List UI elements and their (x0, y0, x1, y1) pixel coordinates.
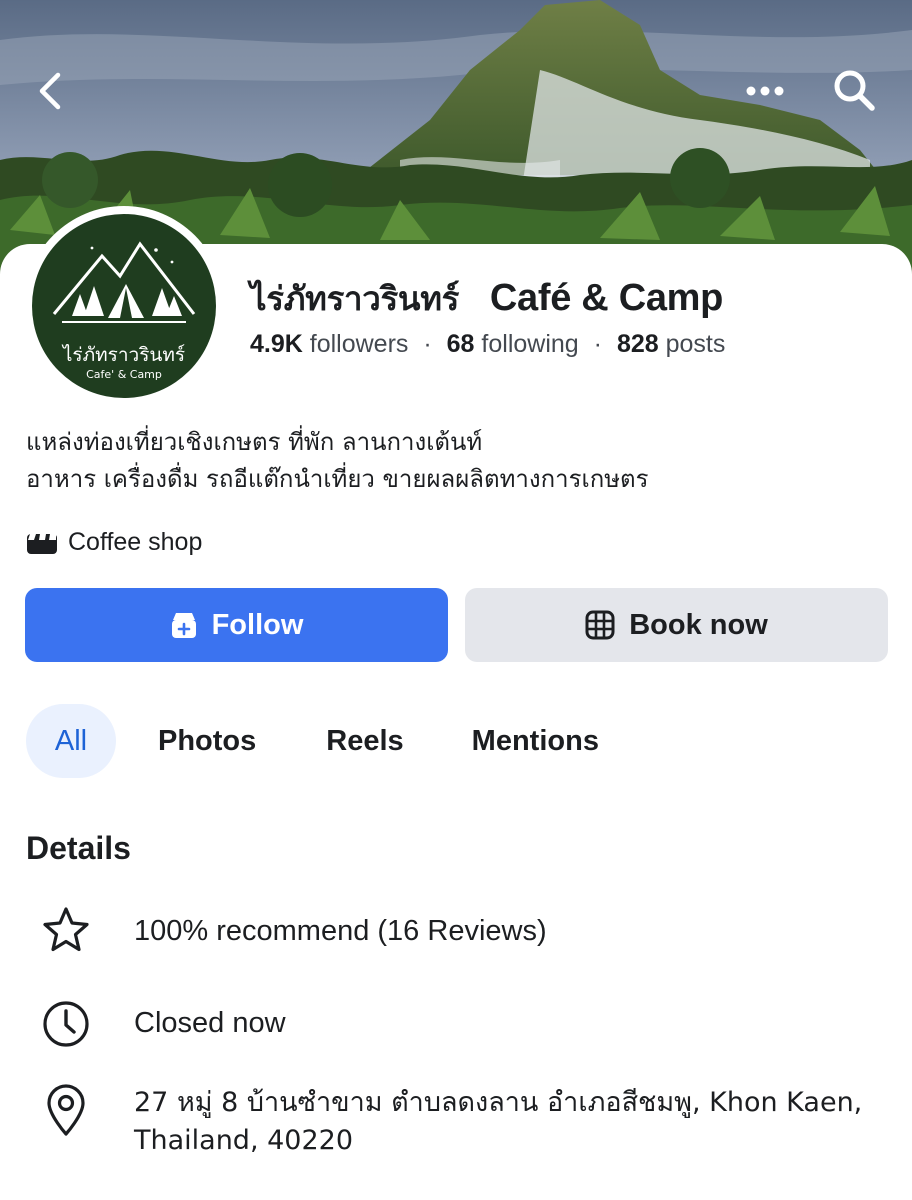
clock-icon (40, 998, 92, 1050)
followers-count[interactable]: 4.9K (250, 330, 303, 358)
page-bio: แหล่งท่องเที่ยวเชิงเกษตร ที่พัก ลานกางเต… (26, 424, 886, 498)
search-button[interactable] (826, 62, 882, 118)
following-count[interactable]: 68 (447, 330, 475, 358)
calendar-grid-icon (585, 610, 615, 640)
tab-reels[interactable]: Reels (326, 704, 403, 778)
posts-count: 828 (616, 330, 659, 358)
logo-text: ไร่ภัทราวรินทร์ (62, 344, 186, 366)
hours-row[interactable]: Closed now (40, 998, 286, 1050)
follow-button[interactable]: Follow (25, 588, 448, 662)
book-now-button[interactable]: Book now (465, 588, 888, 662)
follow-label: Follow (211, 608, 304, 641)
tab-mentions[interactable]: Mentions (472, 704, 599, 778)
page-title-latin: Café & Camp (489, 277, 724, 319)
address-row[interactable]: 27 หมู่ 8 บ้านซำขาม ตำบลดงลาน อำเภอสีชมพ… (40, 1084, 862, 1156)
page-title: ไร่ภัทราวรินทร์ Café & Camp (250, 272, 723, 325)
more-options-button[interactable] (740, 66, 790, 116)
book-now-label: Book now (629, 608, 768, 641)
bio-line: อาหาร เครื่องดื่ม รถอีแต๊กนำเที่ยว ขายผล… (26, 465, 649, 493)
hours-text: Closed now (134, 1007, 286, 1039)
more-dots-icon (746, 86, 784, 96)
profile-picture[interactable]: ไร่ภัทราวรินทร์ Cafe' & Camp (24, 206, 224, 406)
follow-page-icon (170, 610, 198, 640)
search-icon (834, 70, 875, 111)
star-icon (40, 904, 92, 956)
tab-all[interactable]: All (26, 704, 116, 778)
address-text: 27 หมู่ 8 บ้านซำขาม ตำบลดงลาน อำเภอสีชมพ… (134, 1087, 863, 1156)
chevron-left-icon (39, 72, 61, 110)
logo-subtext: Cafe' & Camp (86, 368, 162, 381)
posts-label: posts (665, 330, 726, 358)
bio-line: แหล่งท่องเที่ยวเชิงเกษตร ที่พัก ลานกางเต… (26, 428, 483, 456)
stats-separator: · (593, 330, 602, 358)
storefront-icon (26, 531, 58, 555)
page-category: Coffee shop (26, 528, 202, 557)
back-button[interactable] (28, 66, 72, 116)
stats-separator: · (423, 330, 432, 358)
followers-label[interactable]: followers (310, 330, 409, 358)
page-title-thai: ไร่ภัทราวรินทร์ (250, 279, 460, 318)
avatar: ไร่ภัทราวรินทร์ Cafe' & Camp (32, 214, 216, 398)
content-tabs: All Photos Reels Mentions (26, 704, 599, 778)
location-pin-icon (40, 1084, 92, 1136)
tab-photos[interactable]: Photos (158, 704, 256, 778)
details-heading: Details (26, 830, 131, 866)
recommend-row[interactable]: 100% recommend (16 Reviews) (40, 904, 547, 956)
category-label: Coffee shop (68, 528, 203, 556)
page-stats: 4.9K followers · 68 following · 828 post… (250, 330, 725, 359)
recommend-text: 100% recommend (16 Reviews) (134, 915, 547, 947)
following-label[interactable]: following (481, 330, 578, 358)
